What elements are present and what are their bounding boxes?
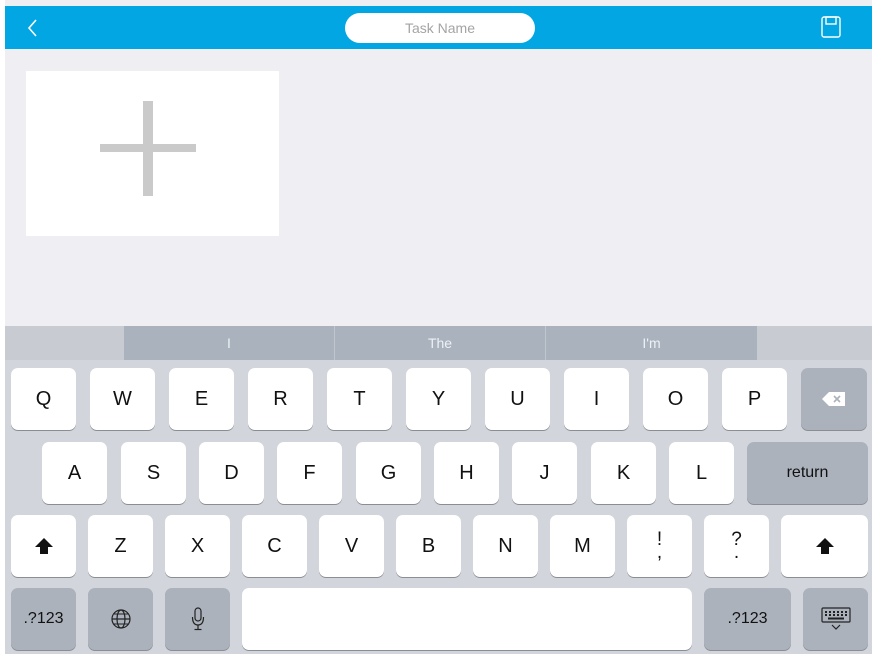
key-q[interactable]: Q	[11, 368, 76, 430]
key-p[interactable]: P	[722, 368, 787, 430]
key-m[interactable]: M	[550, 515, 615, 577]
key-exclamation-comma[interactable]: ! ,	[627, 515, 692, 577]
comma-label: ,	[656, 542, 663, 563]
key-s[interactable]: S	[121, 442, 186, 504]
key-r[interactable]: R	[248, 368, 313, 430]
app-screen: I The I'm Q W E R T Y U I O P A S D F G …	[5, 0, 872, 654]
key-w[interactable]: W	[90, 368, 155, 430]
globe-icon	[110, 609, 131, 629]
numbers-key-right[interactable]: .?123	[704, 588, 791, 650]
return-key[interactable]: return	[747, 442, 868, 504]
onscreen-keyboard: I The I'm Q W E R T Y U I O P A S D F G …	[5, 326, 872, 654]
microphone-icon	[191, 607, 204, 631]
shift-icon	[34, 538, 53, 554]
key-g[interactable]: G	[356, 442, 421, 504]
key-l[interactable]: L	[669, 442, 734, 504]
suggestion-bar: I The I'm	[5, 326, 872, 360]
key-o[interactable]: O	[643, 368, 708, 430]
key-t[interactable]: T	[327, 368, 392, 430]
top-navigation-bar	[5, 6, 872, 49]
shift-key-right[interactable]	[781, 515, 868, 577]
microphone-key[interactable]	[165, 588, 230, 650]
space-key[interactable]	[242, 588, 692, 650]
hide-keyboard-key[interactable]	[803, 588, 868, 650]
key-z[interactable]: Z	[88, 515, 153, 577]
key-b[interactable]: B	[396, 515, 461, 577]
key-j[interactable]: J	[512, 442, 577, 504]
key-a[interactable]: A	[42, 442, 107, 504]
backspace-icon	[822, 392, 845, 406]
key-u[interactable]: U	[485, 368, 550, 430]
key-v[interactable]: V	[319, 515, 384, 577]
task-name-input[interactable]	[345, 13, 535, 43]
suggestion-item[interactable]: The	[335, 326, 545, 360]
shift-icon	[815, 538, 834, 554]
key-f[interactable]: F	[277, 442, 342, 504]
key-e[interactable]: E	[169, 368, 234, 430]
add-image-button[interactable]	[26, 71, 279, 236]
key-h[interactable]: H	[434, 442, 499, 504]
key-x[interactable]: X	[165, 515, 230, 577]
key-question-period[interactable]: ? .	[704, 515, 769, 577]
globe-key[interactable]	[88, 588, 153, 650]
key-n[interactable]: N	[473, 515, 538, 577]
numbers-key-left[interactable]: .?123	[11, 588, 76, 650]
key-k[interactable]: K	[591, 442, 656, 504]
key-c[interactable]: C	[242, 515, 307, 577]
chevron-left-icon[interactable]	[25, 17, 41, 39]
save-icon[interactable]	[820, 15, 842, 39]
period-label: .	[733, 542, 740, 563]
keyboard-hide-icon	[820, 607, 851, 630]
shift-key-left[interactable]	[11, 515, 76, 577]
key-i[interactable]: I	[564, 368, 629, 430]
key-y[interactable]: Y	[406, 368, 471, 430]
suggestion-item[interactable]: I'm	[546, 326, 757, 360]
backspace-key[interactable]	[801, 368, 867, 430]
key-d[interactable]: D	[199, 442, 264, 504]
suggestion-item[interactable]: I	[124, 326, 334, 360]
